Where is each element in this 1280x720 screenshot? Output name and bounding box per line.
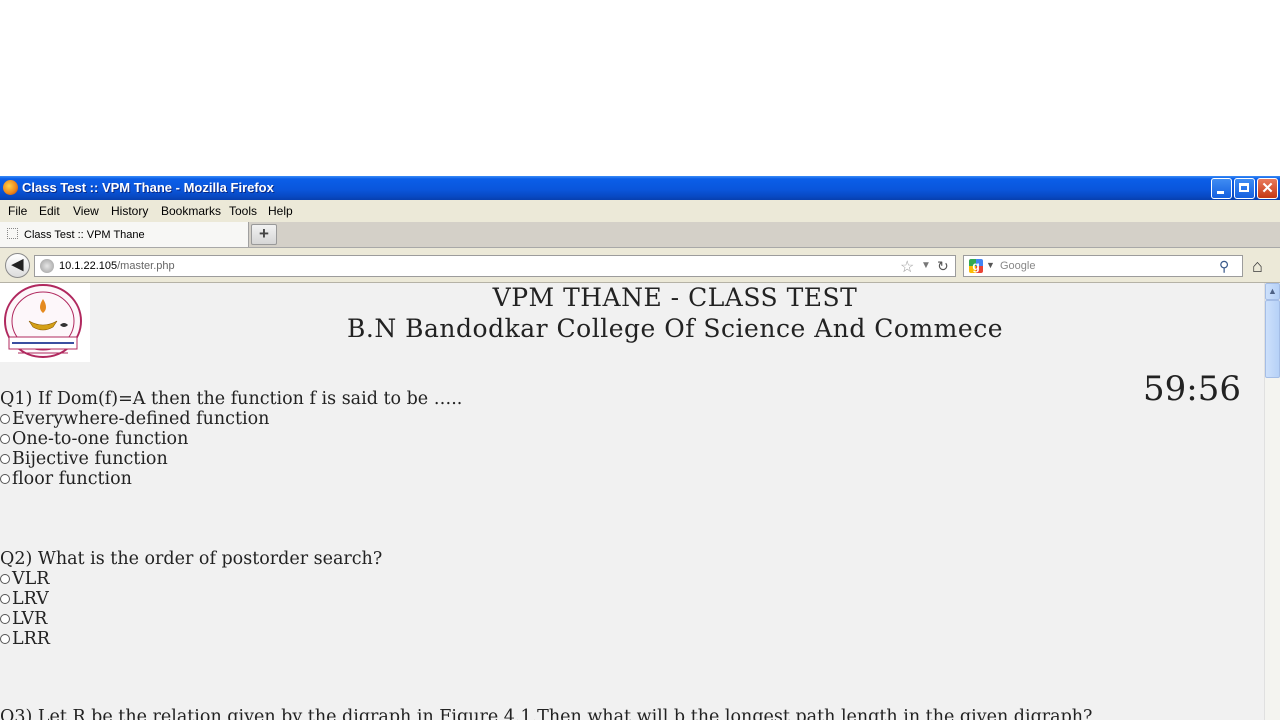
college-name: B.N Bandodkar College Of Science And Com…: [347, 314, 1003, 343]
menu-file[interactable]: File: [8, 204, 27, 218]
menu-tools[interactable]: Tools: [229, 204, 257, 218]
countdown-timer: 59:56: [1143, 369, 1241, 409]
vertical-scrollbar[interactable]: ▲: [1264, 283, 1280, 720]
option-label: Bijective function: [12, 449, 168, 469]
answer-option[interactable]: One-to-one function: [0, 429, 462, 449]
radio-button[interactable]: [0, 434, 10, 444]
reload-icon[interactable]: ↻: [937, 258, 949, 275]
back-arrow-icon: ◀: [11, 256, 24, 273]
search-bar[interactable]: g ▼ Google ⚲: [963, 255, 1243, 277]
option-label: LRV: [12, 589, 49, 609]
question-3: Q3) Let R be the relation given by the d…: [0, 707, 1092, 720]
question-text: Q1) If Dom(f)=A then the function f is s…: [0, 389, 463, 409]
minimize-icon: [1217, 191, 1224, 194]
url-bar[interactable]: 10.1.22.105/master.php ☆ ▼ ↻: [34, 255, 956, 277]
navigation-bar: ◀ 10.1.22.105/master.php ☆ ▼ ↻ g ▼ Googl…: [0, 248, 1280, 283]
firefox-icon: [3, 180, 18, 195]
option-label: floor function: [12, 469, 132, 489]
radio-button[interactable]: [0, 474, 10, 484]
radio-button[interactable]: [0, 574, 10, 584]
menu-history[interactable]: History: [111, 204, 148, 218]
question-1: Q1) If Dom(f)=A then the function f is s…: [0, 389, 462, 489]
tab-class-test[interactable]: Class Test :: VPM Thane: [0, 222, 249, 247]
url-text: 10.1.22.105/master.php: [59, 260, 175, 272]
magnifier-icon[interactable]: ⚲: [1219, 258, 1229, 275]
restore-button[interactable]: [1234, 178, 1255, 199]
scroll-thumb[interactable]: [1265, 300, 1280, 378]
answer-option[interactable]: LVR: [0, 609, 382, 629]
menu-bookmarks[interactable]: Bookmarks: [161, 204, 221, 218]
answer-option[interactable]: VLR: [0, 569, 382, 589]
tab-bar: Class Test :: VPM Thane +: [0, 222, 1280, 248]
window-title: Class Test :: VPM Thane - Mozilla Firefo…: [22, 180, 274, 195]
search-input[interactable]: Google: [1000, 260, 1035, 272]
menu-help[interactable]: Help: [268, 204, 293, 218]
menu-edit[interactable]: Edit: [39, 204, 60, 218]
radio-button[interactable]: [0, 614, 10, 624]
close-button[interactable]: ✕: [1257, 178, 1278, 199]
url-host: 10.1.22.105: [59, 260, 118, 272]
page-icon: [7, 228, 18, 239]
globe-icon: [40, 259, 54, 273]
question-text: Q3) Let R be the relation given by the d…: [0, 707, 1093, 720]
radio-button[interactable]: [0, 454, 10, 464]
new-tab-button[interactable]: +: [251, 224, 277, 245]
close-icon: ✕: [1261, 180, 1274, 197]
option-label: LVR: [12, 609, 48, 629]
menu-bar: File Edit View History Bookmarks Tools H…: [0, 200, 1280, 222]
page-title: VPM THANE - CLASS TEST: [492, 283, 858, 312]
menu-view[interactable]: View: [73, 204, 99, 218]
title-bar: Class Test :: VPM Thane - Mozilla Firefo…: [0, 176, 1280, 200]
search-engine-dropdown-icon[interactable]: ▼: [986, 260, 995, 270]
url-dropdown-icon[interactable]: ▼: [921, 260, 931, 271]
radio-button[interactable]: [0, 414, 10, 424]
question-2: Q2) What is the order of postorder searc…: [0, 549, 382, 649]
answer-option[interactable]: Everywhere-defined function: [0, 409, 462, 429]
answer-option[interactable]: LRR: [0, 629, 382, 649]
option-label: One-to-one function: [12, 429, 189, 449]
url-path: /master.php: [117, 260, 175, 272]
star-icon[interactable]: ☆: [900, 257, 914, 277]
answer-option[interactable]: Bijective function: [0, 449, 462, 469]
radio-button[interactable]: [0, 634, 10, 644]
option-label: VLR: [12, 569, 50, 589]
scroll-up-icon[interactable]: ▲: [1265, 283, 1280, 300]
answer-option[interactable]: LRV: [0, 589, 382, 609]
browser-window: Class Test :: VPM Thane - Mozilla Firefo…: [0, 176, 1280, 720]
question-text: Q2) What is the order of postorder searc…: [0, 549, 383, 569]
option-label: Everywhere-defined function: [12, 409, 270, 429]
page-content: VPM THANE - CLASS TEST B.N Bandodkar Col…: [0, 283, 1264, 720]
home-icon[interactable]: ⌂: [1252, 256, 1263, 277]
tab-label: Class Test :: VPM Thane: [24, 229, 145, 241]
radio-button[interactable]: [0, 594, 10, 604]
option-label: LRR: [12, 629, 50, 649]
minimize-button[interactable]: [1211, 178, 1232, 199]
restore-icon: [1239, 183, 1249, 192]
back-button[interactable]: ◀: [5, 253, 30, 278]
answer-option[interactable]: floor function: [0, 469, 462, 489]
google-icon[interactable]: g: [969, 259, 983, 273]
